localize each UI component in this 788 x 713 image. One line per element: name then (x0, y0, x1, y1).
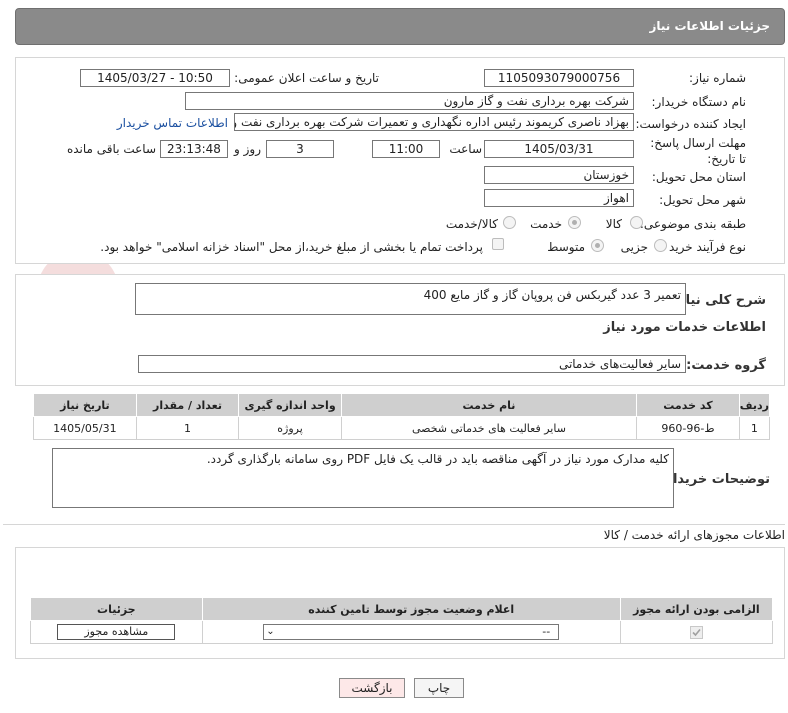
cell-quantity: 1 (135, 416, 240, 440)
summary-field: تعمیر 3 عدد گیربکس فن پروپان گاز و گاز م… (135, 283, 686, 315)
service-group-label: گروه خدمت: (686, 358, 766, 373)
permits-table-header: الزامی بودن ارائه مجوز اعلام وضعیت مجوز … (30, 597, 774, 621)
announce-label: تاریخ و ساعت اعلان عمومی: (234, 71, 379, 85)
buyer-contact-link[interactable]: اطلاعات تماس خریدار (117, 116, 228, 130)
process-radio-medium[interactable] (591, 239, 604, 252)
col-quantity: تعداد / مقدار (135, 393, 240, 417)
summary-label: شرح کلی نیاز: (672, 293, 766, 308)
col-service-name: نام خدمت (340, 393, 638, 417)
category-label: طبقه بندی موضوعی: (639, 217, 746, 231)
category-option-goods-service: کالا/خدمت (445, 217, 498, 231)
announce-date-field: 1405/03/27 - 10:50 (80, 69, 230, 87)
cell-unit: پروژه (238, 416, 342, 440)
deadline-label: مهلت ارسال پاسخ: تا تاریخ: (650, 136, 746, 166)
category-radio-service[interactable] (568, 216, 581, 229)
page-header: جزئیات اطلاعات نیاز (15, 8, 785, 45)
page-title: جزئیات اطلاعات نیاز (649, 19, 770, 33)
permits-divider (3, 524, 785, 525)
hour-label: ساعت (449, 142, 482, 156)
payment-note: پرداخت تمام یا بخشی از مبلغ خرید،از محل … (100, 240, 483, 254)
category-option-goods: کالا (605, 217, 622, 231)
category-option-service: خدمت (530, 217, 562, 231)
days-field: 3 (266, 140, 334, 158)
col-unit: واحد اندازه گیری (238, 393, 342, 417)
buyer-notes-label: توضیحات خریدار: (660, 472, 770, 487)
cell-permit-details: مشاهده مجوز (30, 620, 203, 644)
col-permit-status: اعلام وضعیت مجوز توسط تامین کننده (201, 597, 621, 621)
cell-service-code: ط-96-960 (636, 416, 740, 440)
remaining-time-field: 23:13:48 (160, 140, 228, 158)
cell-permit-required (619, 620, 774, 644)
process-option-medium: متوسط (547, 240, 585, 254)
deadline-time-field: 11:00 (372, 140, 440, 158)
permit-status-select[interactable]: -- ⌄ (263, 624, 560, 640)
buyer-notes-field: کلیه مدارک مورد نیاز در آگهی مناقصه باید… (52, 448, 674, 508)
need-number-label: شماره نیاز: (689, 71, 746, 85)
city-field: اهواز (484, 189, 634, 207)
city-label: شهر محل تحویل: (659, 193, 746, 207)
need-number-field: 1105093079000756 (484, 69, 634, 87)
table-row: -- ⌄ مشاهده مجوز (30, 620, 774, 644)
province-label: استان محل تحویل: (651, 170, 746, 184)
treasury-checkbox[interactable] (492, 238, 504, 250)
remaining-label: ساعت باقی مانده (66, 142, 156, 156)
back-button[interactable]: بازگشت (339, 678, 405, 698)
permit-status-select-value: -- (542, 625, 551, 638)
services-section-title: اطلاعات خدمات مورد نیاز (603, 320, 766, 335)
creator-label: ایجاد کننده درخواست: (635, 117, 746, 131)
process-label: نوع فرآیند خرید : (661, 240, 746, 254)
process-option-minor: جزیی (620, 240, 648, 254)
table-row: 1 ط-96-960 سایر فعالیت های خدماتی شخصی پ… (33, 416, 771, 440)
col-permit-details: جزئیات (30, 597, 203, 621)
cell-row: 1 (738, 416, 771, 440)
print-button[interactable]: چاپ (414, 678, 464, 698)
cell-need-date: 1405/05/31 (33, 416, 137, 440)
services-table: ردیف کد خدمت نام خدمت واحد اندازه گیری ت… (33, 393, 771, 440)
cell-permit-status: -- ⌄ (201, 620, 621, 644)
permits-section-title: اطلاعات مجوزهای ارائه خدمت / کالا (603, 528, 785, 542)
service-group-field: سایر فعالیت‌های خدماتی (138, 355, 686, 373)
buyer-org-label: نام دستگاه خریدار: (651, 95, 747, 109)
category-radio-goods[interactable] (630, 216, 643, 229)
permits-table: الزامی بودن ارائه مجوز اعلام وضعیت مجوز … (30, 597, 774, 644)
col-row: ردیف (738, 393, 771, 417)
deadline-date-field: 1405/03/31 (484, 140, 634, 158)
services-table-header: ردیف کد خدمت نام خدمت واحد اندازه گیری ت… (33, 393, 771, 417)
check-icon (692, 628, 701, 636)
buyer-org-field: شرکت بهره برداری نفت و گاز مارون (185, 92, 634, 110)
col-need-date: تاریخ نیاز (33, 393, 137, 417)
creator-field: بهزاد ناصری کریموند رئیس اداره نگهداری و… (234, 113, 634, 131)
permit-required-checkbox (689, 625, 703, 639)
view-permit-button[interactable]: مشاهده مجوز (57, 624, 176, 640)
cell-service-name: سایر فعالیت های خدماتی شخصی (340, 416, 638, 440)
chevron-down-icon: ⌄ (266, 626, 275, 637)
col-permit-required: الزامی بودن ارائه مجوز (619, 597, 774, 621)
col-service-code: کد خدمت (636, 393, 740, 417)
process-radio-minor[interactable] (654, 239, 667, 252)
days-label: روز و (234, 142, 261, 156)
category-radio-goods-service[interactable] (503, 216, 516, 229)
province-field: خوزستان (484, 166, 634, 184)
